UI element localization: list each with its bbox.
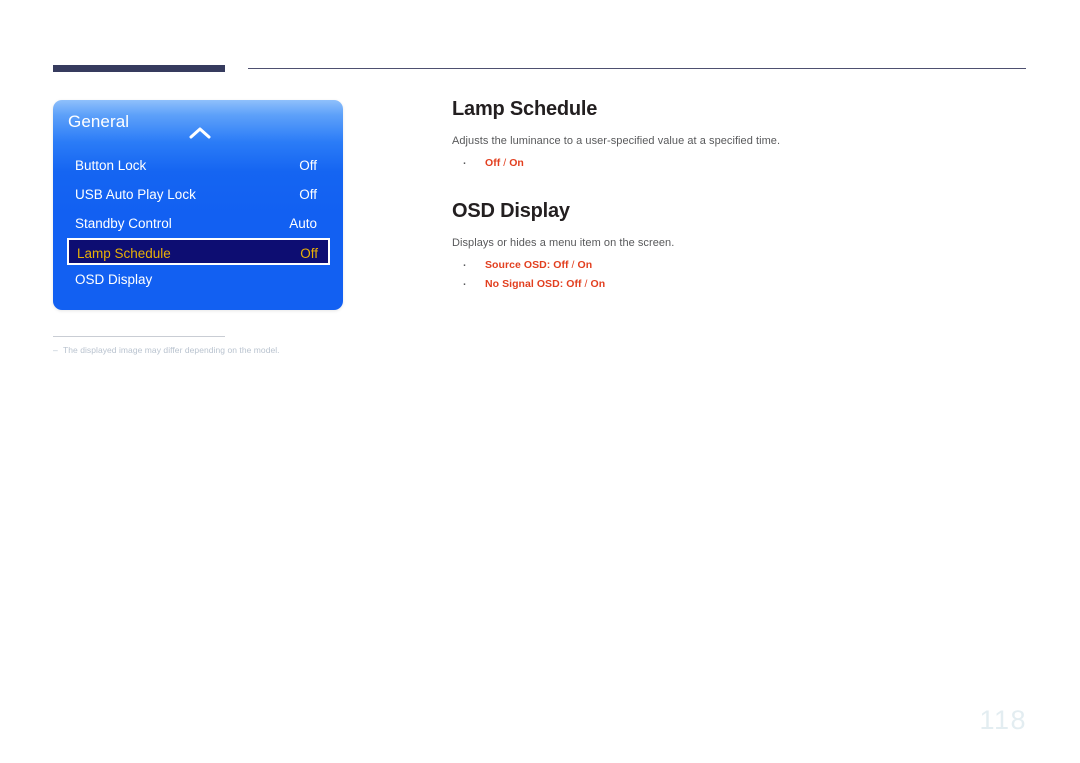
osd-panel-title: General bbox=[68, 112, 130, 131]
header-rule-thin bbox=[248, 68, 1026, 69]
osd-panel-header: General bbox=[53, 100, 343, 146]
section-description-osd-display: Displays or hides a menu item on the scr… bbox=[452, 237, 675, 249]
osd-item-label: Lamp Schedule bbox=[77, 246, 171, 261]
osd-item-label: USB Auto Play Lock bbox=[75, 187, 196, 202]
osd-item-value: Off bbox=[300, 246, 318, 261]
footnote-dash: – bbox=[53, 345, 58, 355]
osd-item-label: Standby Control bbox=[75, 216, 172, 231]
osd-item-value: Off bbox=[299, 158, 317, 173]
option-prefix: Off bbox=[485, 157, 501, 169]
option-item: Off / On bbox=[452, 153, 1027, 173]
option-item: Source OSD: Off / On bbox=[452, 255, 1027, 275]
osd-menu-item-usb-auto-play-lock[interactable]: USB Auto Play Lock Off bbox=[53, 180, 343, 209]
osd-menu-item-button-lock[interactable]: Button Lock Off bbox=[53, 151, 343, 180]
osd-item-label: OSD Display bbox=[75, 272, 153, 287]
option-prefix: No Signal OSD: Off bbox=[485, 278, 582, 290]
content-column: Lamp Schedule Adjusts the luminance to a… bbox=[452, 98, 1027, 294]
option-suffix: On bbox=[509, 157, 524, 169]
osd-menu-item-osd-display[interactable]: OSD Display bbox=[53, 265, 343, 294]
section-options-osd-display: Source OSD: Off / On No Signal OSD: Off … bbox=[452, 255, 1027, 294]
section-description-lamp-schedule: Adjusts the luminance to a user-specifie… bbox=[452, 135, 781, 147]
page-number: 118 bbox=[979, 705, 1027, 735]
option-separator: / bbox=[568, 259, 578, 271]
osd-menu-panel: General Button Lock Off USB Auto Play Lo… bbox=[53, 100, 343, 310]
option-suffix: On bbox=[590, 278, 606, 290]
section-options-lamp-schedule: Off / On bbox=[452, 153, 1027, 173]
header-rule-thick bbox=[53, 65, 225, 72]
osd-item-value: Off bbox=[299, 187, 317, 202]
chevron-up-icon[interactable] bbox=[189, 126, 211, 140]
page-header-rules bbox=[0, 0, 1080, 80]
option-prefix: Source OSD: Off bbox=[485, 259, 569, 271]
osd-menu-item-lamp-schedule[interactable]: Lamp Schedule Off bbox=[67, 238, 330, 265]
footnote-text: The displayed image may differ depending… bbox=[63, 345, 280, 355]
section-title-lamp-schedule: Lamp Schedule bbox=[452, 98, 598, 120]
option-suffix: On bbox=[577, 259, 593, 271]
osd-menu-item-standby-control[interactable]: Standby Control Auto bbox=[53, 209, 343, 238]
osd-menu-list: Button Lock Off USB Auto Play Lock Off S… bbox=[53, 151, 343, 294]
option-item: No Signal OSD: Off / On bbox=[452, 274, 1027, 294]
osd-item-value: Auto bbox=[289, 216, 317, 231]
footnote: – The displayed image may differ dependin… bbox=[53, 345, 473, 355]
section-title-osd-display: OSD Display bbox=[452, 200, 570, 222]
option-separator: / bbox=[500, 157, 510, 169]
osd-item-label: Button Lock bbox=[75, 158, 147, 173]
footnote-divider bbox=[53, 336, 225, 337]
